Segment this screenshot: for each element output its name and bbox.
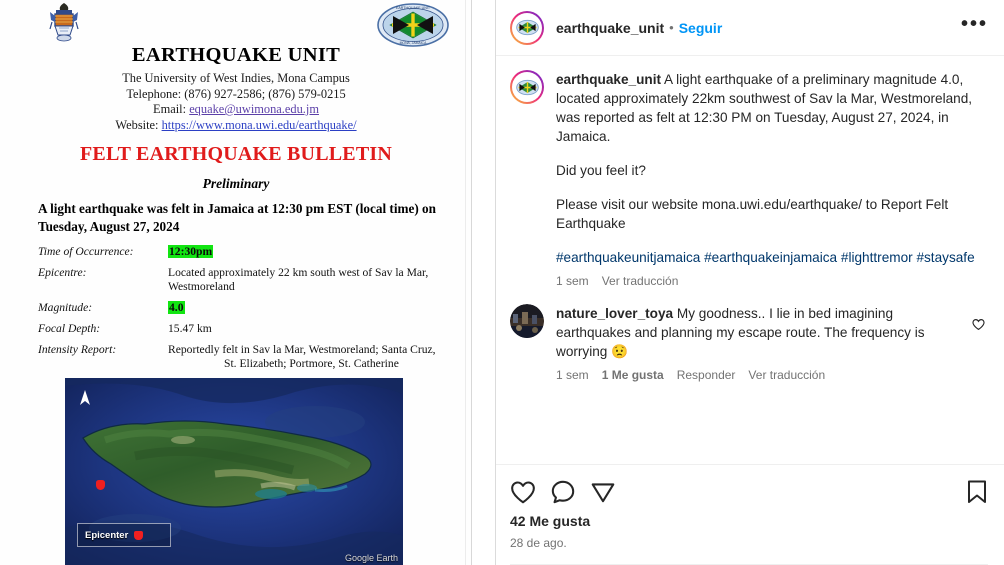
field-value-highlighted: 12:30pm	[168, 245, 214, 258]
comment-avatar[interactable]	[510, 304, 544, 382]
caption-meta: 1 sem Ver traducción	[556, 274, 988, 288]
org-email-line: Email: equake@uwimona.edu.jm	[0, 102, 472, 118]
org-website-line: Website: https://www.mona.uwi.edu/earthq…	[0, 118, 472, 134]
caption-body: earthquake_unit A light earthquake of a …	[556, 70, 988, 288]
uwi-crest-logo	[42, 2, 86, 46]
bulletin-field-row: Epicentre: Located approximately 22 km s…	[38, 266, 468, 294]
post-date: 28 de ago.	[510, 536, 567, 550]
org-affiliation: The University of West Indies, Mona Camp…	[122, 71, 350, 85]
instagram-post-side-panel: earthquake_unit • Seguir ••• earthquake_…	[495, 0, 1004, 565]
caption-translate-button[interactable]: Ver traducción	[602, 274, 679, 288]
caption-time-ago: 1 sem	[556, 274, 589, 288]
field-value-highlighted: 4.0	[168, 301, 185, 314]
caption-paragraph-3: Please visit our website mona.uwi.edu/ea…	[556, 197, 949, 231]
caption-paragraph-1: earthquake_unit A light earthquake of a …	[556, 70, 988, 146]
caption-username[interactable]: earthquake_unit	[556, 72, 661, 87]
org-telephone: Telephone: (876) 927-2586; (876) 579-021…	[126, 86, 346, 101]
svg-text:EARTHQUAKE UNIT: EARTHQUAKE UNIT	[396, 6, 431, 10]
org-title: EARTHQUAKE UNIT	[131, 44, 341, 66]
field-value-line2: St. Elizabeth; Portmore, St. Catherine	[224, 357, 399, 370]
website-label: Website:	[115, 117, 159, 132]
email-link[interactable]: equake@uwimona.edu.jm	[189, 102, 319, 116]
comment-username[interactable]: nature_lover_toya	[556, 306, 673, 321]
likes-count[interactable]: 42 Me gusta	[510, 513, 988, 532]
document-edge	[471, 0, 472, 565]
bulletin-field-row: Focal Depth: 15.47 km	[38, 322, 468, 336]
caption-block: earthquake_unit A light earthquake of a …	[510, 70, 988, 288]
post-header: earthquake_unit • Seguir •••	[496, 0, 1004, 56]
document-edge-shadow	[465, 0, 466, 565]
caption-avatar[interactable]	[510, 70, 544, 288]
legend-label: Epicenter	[85, 529, 129, 541]
field-label: Magnitude:	[38, 301, 93, 314]
google-earth-watermark: Google Earth	[344, 553, 398, 563]
header-separator: •	[669, 20, 674, 35]
legend-epicenter-marker-icon	[134, 530, 144, 540]
email-label: Email:	[153, 102, 187, 116]
follow-button[interactable]: Seguir	[679, 20, 723, 36]
comments-scroll-area[interactable]: earthquake_unit A light earthquake of a …	[496, 56, 1004, 464]
account-avatar[interactable]	[510, 10, 544, 45]
bulletin-field-row: Time of Occurrence: 12:30pm	[38, 245, 468, 259]
bulletin-lead-statement: A light earthquake was felt in Jamaica a…	[38, 201, 436, 234]
field-label: Intensity Report:	[38, 343, 117, 356]
field-value: 15.47 km	[168, 322, 212, 335]
field-label: Focal Depth:	[38, 322, 101, 335]
field-value: 12:30pm	[168, 245, 468, 259]
bulletin-status: Preliminary	[202, 176, 270, 191]
comment-likes-count[interactable]: 1 Me gusta	[602, 368, 664, 382]
comment-bubble-icon[interactable]	[550, 479, 576, 505]
epicenter-map: Epicenter Google Earth	[65, 378, 403, 565]
field-value: Located approximately 22 km south west o…	[168, 266, 429, 293]
field-value: 4.0	[168, 301, 468, 315]
field-value: Reportedly felt in Sav la Mar, Westmorel…	[168, 343, 468, 371]
comment-text: nature_lover_toya My goodness.. I lie in…	[556, 304, 964, 361]
post-media-pane[interactable]: EARTHQUAKE UNIT MONA, JAMAICA EARTHQUAKE…	[0, 0, 495, 565]
header-username[interactable]: earthquake_unit	[556, 20, 664, 36]
save-bookmark-icon[interactable]	[966, 479, 988, 505]
epicenter-marker-icon	[96, 480, 105, 490]
website-link[interactable]: https://www.mona.uwi.edu/earthquake/	[162, 118, 357, 132]
comment-reply-button[interactable]: Responder	[677, 368, 736, 382]
earthquake-unit-logo: EARTHQUAKE UNIT MONA, JAMAICA	[376, 2, 450, 48]
comment-time-ago: 1 sem	[556, 368, 589, 382]
comment-meta: 1 sem 1 Me gusta Responder Ver traducció…	[556, 368, 964, 382]
field-label: Epicentre:	[38, 266, 87, 279]
map-legend: Epicenter	[77, 523, 171, 547]
comment-body: nature_lover_toya My goodness.. I lie in…	[556, 304, 964, 382]
comment-like-heart-icon[interactable]	[972, 304, 988, 382]
post-actions: 42 Me gusta 28 de ago.	[496, 464, 1004, 565]
document-letterhead: EARTHQUAKE UNIT The University of West I…	[0, 44, 472, 133]
field-label: Time of Occurrence:	[38, 245, 134, 258]
bulletin-field-row: Magnitude: 4.0	[38, 301, 468, 315]
more-options-icon[interactable]: •••	[961, 14, 988, 37]
field-value-line1: Reportedly felt in Sav la Mar, Westmorel…	[168, 343, 436, 356]
action-buttons-row	[510, 471, 988, 513]
north-arrow-icon	[79, 390, 91, 406]
like-heart-icon[interactable]	[510, 479, 536, 505]
list-item: nature_lover_toya My goodness.. I lie in…	[510, 304, 988, 382]
bulletin-field-row: Intensity Report: Reportedly felt in Sav…	[38, 343, 468, 371]
comment-translate-button[interactable]: Ver traducción	[748, 368, 825, 382]
earthquake-bulletin-document: EARTHQUAKE UNIT MONA, JAMAICA EARTHQUAKE…	[0, 0, 472, 565]
caption-paragraph-2: Did you feel it?	[556, 163, 646, 178]
bulletin-field-list: Time of Occurrence: 12:30pm Epicentre: L…	[38, 245, 468, 378]
caption-hashtags[interactable]: #earthquakeunitjamaica #earthquakeinjama…	[556, 248, 988, 267]
bulletin-title: FELT EARTHQUAKE BULLETIN	[80, 143, 392, 165]
share-paper-plane-icon[interactable]	[590, 479, 616, 505]
